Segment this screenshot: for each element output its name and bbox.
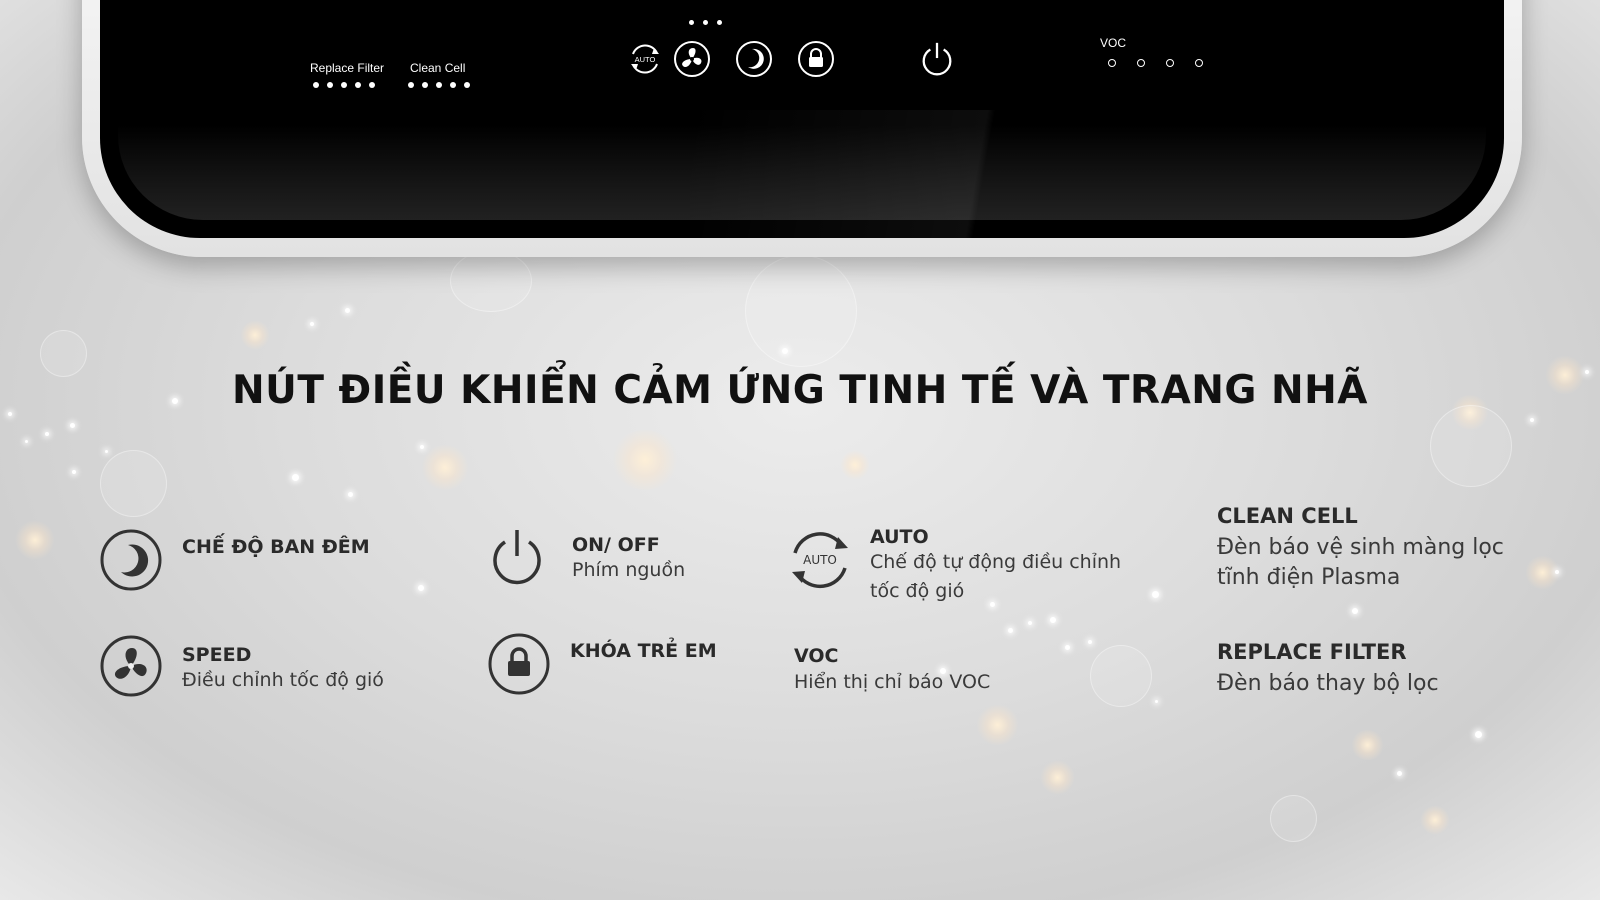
fan-icon <box>100 635 162 697</box>
clean-cell-description-line1: Đèn báo vệ sinh màng lọc <box>1217 535 1504 560</box>
fan-button[interactable] <box>673 40 711 78</box>
clean-cell-title: CLEAN CELL <box>1217 504 1358 528</box>
speed-description: Điều chỉnh tốc độ gió <box>182 669 384 691</box>
lock-icon <box>798 41 834 77</box>
auto-icon: AUTO <box>792 532 848 589</box>
replace-filter-indicator <box>313 82 375 88</box>
speed-title: SPEED <box>182 644 252 666</box>
auto-button[interactable]: AUTO <box>626 40 664 78</box>
on-off-title: ON/ OFF <box>572 534 660 556</box>
auto-icon: AUTO <box>631 44 659 74</box>
replace-filter-title: REPLACE FILTER <box>1217 640 1407 664</box>
power-icon <box>493 530 541 585</box>
clean-cell-label: Clean Cell <box>410 61 466 75</box>
clean-cell-description-line2: tĩnh điện Plasma <box>1217 565 1401 590</box>
auto-description-line1: Chế độ tự động điều chỉnh <box>870 551 1122 573</box>
power-icon <box>922 42 952 76</box>
night-mode-title: CHẾ ĐỘ BAN ĐÊM <box>182 536 370 558</box>
voc-description: Hiển thị chỉ báo VOC <box>794 671 991 693</box>
speed-indicator <box>689 20 722 25</box>
voc-title: VOC <box>794 645 839 667</box>
voc-label: VOC <box>1100 36 1127 50</box>
fan-icon <box>674 41 710 77</box>
auto-description: Chế độ tự động điều chỉnh tốc độ gió <box>870 548 1121 606</box>
on-off-description: Phím nguồn <box>572 559 686 581</box>
moon-icon <box>100 529 162 591</box>
auto-title: AUTO <box>870 526 929 548</box>
moon-icon <box>736 41 772 77</box>
svg-text:AUTO: AUTO <box>803 553 837 567</box>
page-headline: NÚT ĐIỀU KHIỂN CẢM ỨNG TINH TẾ VÀ TRANG … <box>232 368 1368 413</box>
replace-filter-description: Đèn báo thay bộ lọc <box>1217 671 1439 696</box>
auto-description-line2: tốc độ gió <box>870 580 965 602</box>
child-lock-button[interactable] <box>797 40 835 78</box>
clean-cell-description: Đèn báo vệ sinh màng lọc tĩnh điện Plasm… <box>1217 533 1504 593</box>
clean-cell-indicator <box>408 82 470 88</box>
power-button[interactable] <box>918 40 956 78</box>
device-control-panel: Replace Filter Clean Cell AUTO VOC <box>100 0 1504 238</box>
replace-filter-label: Replace Filter <box>310 61 385 75</box>
svg-text:AUTO: AUTO <box>635 55 656 64</box>
voc-indicator <box>1108 59 1203 67</box>
night-mode-button[interactable] <box>735 40 773 78</box>
child-lock-title: KHÓA TRẺ EM <box>570 640 717 662</box>
lock-icon <box>488 633 550 695</box>
